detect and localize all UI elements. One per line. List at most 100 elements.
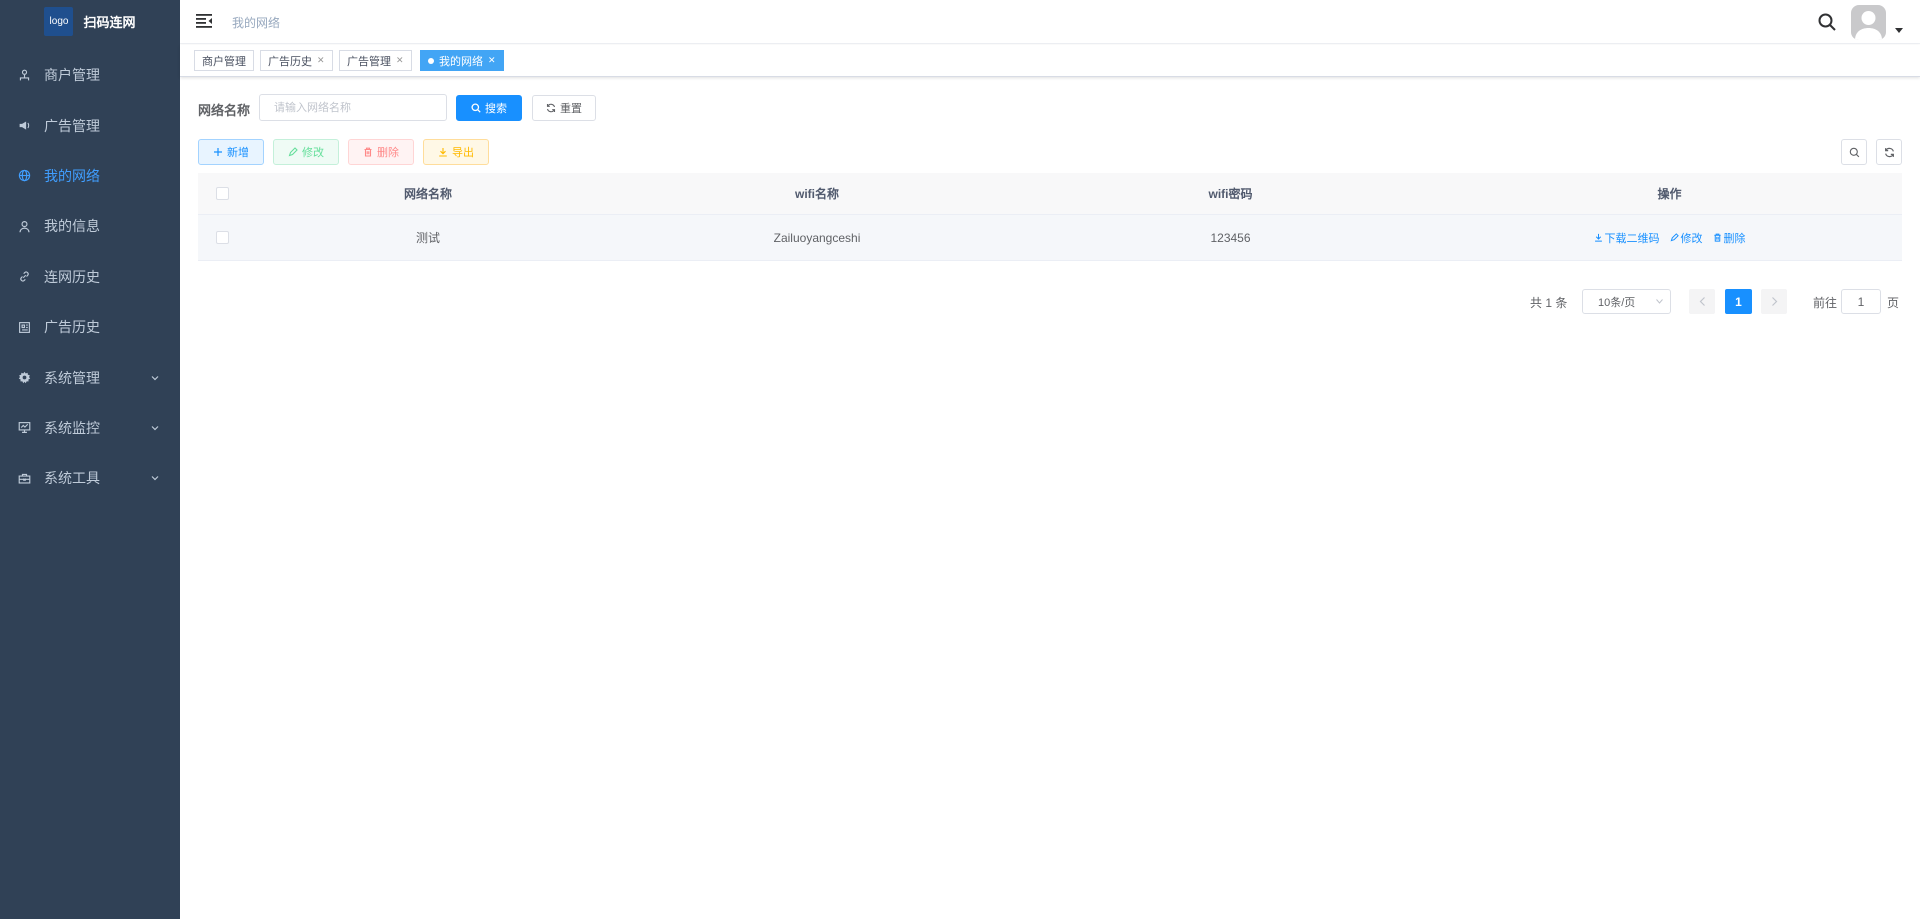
- table-header: 网络名称 wifi名称 wifi密码 操作: [198, 173, 1902, 215]
- plus-icon: [214, 148, 222, 156]
- page-number-button[interactable]: 1: [1725, 289, 1752, 314]
- tag-label: 商户管理: [202, 55, 246, 68]
- close-icon[interactable]: ✕: [317, 55, 325, 66]
- search-button-label: 搜索: [485, 103, 507, 115]
- sidebar-item-connect-history[interactable]: 连网历史: [0, 252, 180, 302]
- hamburger-icon[interactable]: [196, 14, 212, 28]
- search-button[interactable]: 搜索: [456, 95, 522, 121]
- chevron-down-icon: [151, 425, 159, 431]
- avatar[interactable]: [1851, 5, 1886, 40]
- goto-label: 前往: [1813, 296, 1838, 310]
- app-title: 扫码连网: [83, 14, 136, 30]
- tag-merchant[interactable]: 商户管理: [194, 50, 254, 71]
- refresh-button[interactable]: [1876, 139, 1902, 165]
- column-header[interactable]: 网络名称: [246, 185, 610, 202]
- avatar-silhouette-icon: [1855, 11, 1882, 40]
- breadcrumb: 我的网络: [232, 16, 281, 30]
- sidebar-item-label: 连网历史: [44, 268, 100, 285]
- sidebar: logo 扫码连网 商户管理 广告管理 我的网络 我的信息 连网历史 广告历史: [0, 0, 180, 919]
- close-icon[interactable]: ✕: [488, 55, 496, 66]
- select-all-cell: [198, 187, 246, 200]
- tag-label: 广告管理: [347, 55, 391, 68]
- page-unit-label: 页: [1887, 296, 1900, 310]
- toggle-search-button[interactable]: [1841, 139, 1867, 165]
- search-icon: [1849, 147, 1859, 157]
- column-header[interactable]: wifi密码: [1024, 185, 1437, 202]
- sidebar-item-label: 我的网络: [44, 167, 100, 184]
- sidebar-item-system-monitor[interactable]: 系统监控: [0, 403, 180, 453]
- caret-down-icon[interactable]: [1895, 28, 1903, 34]
- document-icon: [18, 321, 31, 334]
- download-icon: [1594, 233, 1602, 242]
- sidebar-item-label: 系统工具: [44, 470, 100, 487]
- chevron-down-icon: [151, 476, 159, 481]
- chevron-down-icon: [151, 375, 159, 380]
- page-size-select[interactable]: 10条/页: [1582, 289, 1671, 314]
- wifi-name-cell: Zailuoyangceshi: [773, 230, 861, 245]
- export-button-label: 导出: [452, 147, 474, 159]
- megaphone-icon: [18, 119, 31, 132]
- link-icon: [18, 270, 31, 283]
- column-header: 操作: [1657, 187, 1682, 201]
- edit-button[interactable]: 修改: [273, 139, 339, 165]
- network-table: 网络名称 wifi名称 wifi密码 操作 测试 Zailuoyangceshi…: [198, 173, 1902, 261]
- sidebar-item-merchant[interactable]: 商户管理: [0, 50, 180, 100]
- toolbox-icon: [18, 472, 31, 485]
- search-icon: [471, 103, 481, 113]
- logo: logo: [44, 6, 74, 36]
- tags-view: 商户管理 广告历史 ✕ 广告管理 ✕ 我的网络 ✕: [180, 45, 1920, 77]
- merchant-icon: [18, 69, 31, 82]
- sidebar-menu: 商户管理 广告管理 我的网络 我的信息 连网历史 广告历史 系统管理 系统监控 …: [0, 50, 180, 504]
- sidebar-item-my-network[interactable]: 我的网络: [0, 151, 180, 201]
- row-delete-link[interactable]: 删除: [1713, 230, 1746, 246]
- tag-ad-history[interactable]: 广告历史 ✕: [260, 50, 333, 71]
- sidebar-item-label: 商户管理: [44, 67, 100, 84]
- download-icon: [439, 148, 447, 157]
- sidebar-item-label: 系统管理: [44, 369, 100, 386]
- sidebar-item-label: 广告管理: [44, 117, 100, 134]
- refresh-icon: [1884, 147, 1894, 157]
- navbar: 我的网络: [180, 0, 1920, 44]
- chevron-right-icon: [1771, 297, 1777, 306]
- reset-button[interactable]: 重置: [532, 95, 596, 121]
- tag-ads[interactable]: 广告管理 ✕: [339, 50, 412, 71]
- select-all-checkbox[interactable]: [215, 187, 229, 200]
- wifi-password-cell: 123456: [1210, 230, 1251, 245]
- row-checkbox[interactable]: [215, 231, 229, 244]
- network-name-cell: 测试: [415, 231, 440, 245]
- sidebar-item-system-admin[interactable]: 系统管理: [0, 352, 180, 402]
- export-button[interactable]: 导出: [423, 139, 489, 165]
- column-header[interactable]: wifi名称: [610, 185, 1024, 202]
- tag-my-network[interactable]: 我的网络 ✕: [420, 50, 504, 71]
- tag-label: 广告历史: [268, 55, 312, 68]
- row-edit-link[interactable]: 修改: [1670, 230, 1703, 246]
- pagination-total: 共 1 条: [1530, 296, 1568, 310]
- sidebar-item-my-info[interactable]: 我的信息: [0, 201, 180, 251]
- goto-page-input[interactable]: [1841, 289, 1881, 314]
- actions-cell: 下载二维码 修改 删除: [1437, 230, 1902, 246]
- sidebar-item-label: 广告历史: [44, 319, 100, 336]
- brand[interactable]: logo 扫码连网: [0, 0, 180, 42]
- sidebar-item-ads[interactable]: 广告管理: [0, 100, 180, 150]
- download-qr-link[interactable]: 下载二维码: [1594, 230, 1660, 246]
- sidebar-item-system-tools[interactable]: 系统工具: [0, 453, 180, 503]
- network-name-input[interactable]: [259, 94, 447, 121]
- sidebar-item-ad-history[interactable]: 广告历史: [0, 302, 180, 352]
- delete-button[interactable]: 删除: [348, 139, 414, 165]
- row-delete-label: 删除: [1723, 232, 1746, 245]
- table-row[interactable]: 测试 Zailuoyangceshi 123456 下载二维码 修改 删除: [198, 215, 1902, 261]
- prev-page-button[interactable]: [1689, 289, 1715, 314]
- close-icon[interactable]: ✕: [396, 55, 404, 66]
- row-edit-label: 修改: [1680, 232, 1703, 245]
- sidebar-item-label: 系统监控: [44, 419, 100, 436]
- trash-icon: [364, 147, 372, 157]
- search-icon[interactable]: [1817, 12, 1837, 32]
- refresh-icon: [546, 103, 556, 113]
- reset-button-label: 重置: [560, 103, 582, 115]
- add-button[interactable]: 新增: [198, 139, 264, 165]
- chevron-down-icon: [1656, 299, 1663, 304]
- sidebar-item-label: 我的信息: [44, 218, 100, 235]
- tag-label: 我的网络: [439, 55, 483, 68]
- next-page-button[interactable]: [1761, 289, 1787, 314]
- globe-icon: [18, 169, 31, 182]
